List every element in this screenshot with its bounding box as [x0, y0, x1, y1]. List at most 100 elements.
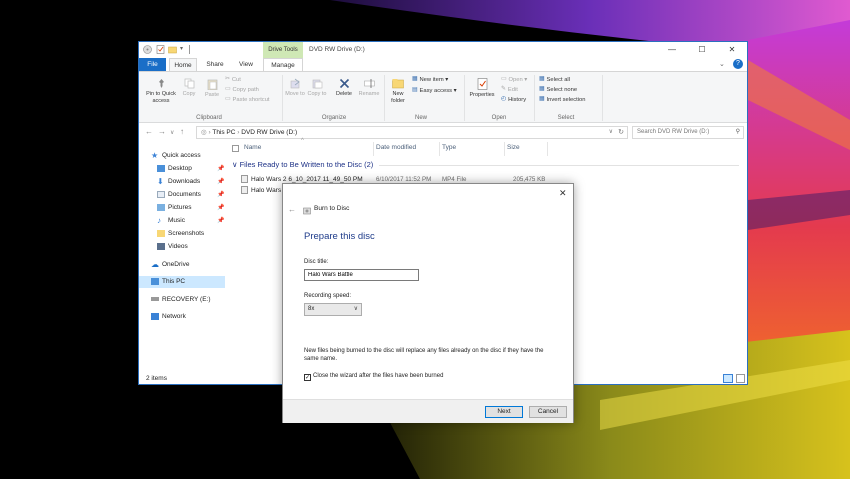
pin-icon: 📌 [217, 218, 225, 224]
copy-path-icon: ▭ [225, 86, 231, 92]
file-row[interactable]: Halo Wars [241, 185, 281, 196]
invert-selection-button[interactable]: ▦ Invert selection [539, 95, 585, 105]
rename-label: Rename [358, 91, 380, 97]
help-icon[interactable]: ? [733, 59, 743, 69]
refresh-icon[interactable]: ↻ [618, 127, 624, 138]
column-header-type[interactable]: Type [442, 144, 456, 151]
new-item-button[interactable]: ▦ New item ▾ [412, 75, 448, 85]
dialog-close-button[interactable]: ✕ [559, 188, 567, 199]
nav-network-label: Network [162, 313, 186, 320]
pin-quick-access-button[interactable]: Pin to Quick access [143, 78, 179, 104]
select-none-button[interactable]: ▦ Select none [539, 85, 577, 95]
title-bar: ▾ Drive Tools DVD RW Drive (D:) — ☐ ✕ [139, 42, 747, 58]
nav-videos[interactable]: Videos [157, 241, 188, 252]
copy-button[interactable]: Copy [179, 78, 199, 98]
pin-icon: 📌 [217, 179, 225, 185]
column-header-date[interactable]: Date modified [376, 144, 416, 151]
computer-icon [151, 277, 159, 285]
tab-home[interactable]: Home [169, 58, 197, 71]
nav-network[interactable]: Network [151, 311, 186, 322]
nav-this-pc-label: This PC [162, 278, 186, 285]
video-file-icon [241, 186, 248, 195]
file-group-header[interactable]: ∨ Files Ready to Be Written to the Disc … [232, 160, 373, 169]
breadcrumb-current[interactable]: DVD RW Drive (D:) [241, 129, 297, 136]
nav-quick-access[interactable]: ★ Quick access [151, 150, 201, 161]
pin-quick-access-label: Pin to Quick access [146, 91, 176, 104]
nav-onedrive-label: OneDrive [162, 261, 190, 268]
column-separator[interactable] [504, 142, 505, 156]
nav-recovery[interactable]: RECOVERY (E:) [151, 294, 211, 305]
qat-customize-icon[interactable]: ▾ [180, 45, 189, 54]
disc-title-input[interactable] [304, 269, 419, 281]
easy-access-button[interactable]: ▤ Easy access ▾ [412, 86, 457, 96]
minimize-button[interactable]: — [657, 42, 687, 58]
organize-group-label: Organize [321, 115, 347, 121]
close-wizard-checkbox[interactable]: ✓ [304, 374, 311, 381]
nav-desktop[interactable]: Desktop [157, 163, 192, 174]
history-button[interactable]: ◴ History [501, 95, 526, 105]
select-all-checkbox[interactable] [232, 145, 239, 152]
cut-button[interactable]: ✂ Cut [225, 75, 241, 85]
dialog-title: Burn to Disc [314, 205, 350, 212]
forward-arrow-icon[interactable]: → [158, 127, 166, 136]
column-separator[interactable] [547, 142, 548, 156]
new-folder-button[interactable]: New folder [387, 78, 409, 104]
tab-share[interactable]: Share [201, 58, 229, 71]
select-all-button[interactable]: ▦ Select all [539, 75, 570, 85]
breadcrumb-this-pc[interactable]: This PC [212, 129, 235, 136]
column-separator[interactable] [439, 142, 440, 156]
search-placeholder: Search DVD RW Drive (D:) [637, 129, 710, 135]
column-header-name[interactable]: Name [244, 144, 261, 151]
rename-button[interactable]: Rename [357, 78, 381, 98]
sort-arrow-icon: ^ [301, 138, 304, 144]
nav-onedrive[interactable]: ☁ OneDrive [151, 259, 189, 270]
paste-shortcut-button[interactable]: ▭ Paste shortcut [225, 95, 270, 105]
close-window-button[interactable]: ✕ [717, 42, 747, 58]
address-dropdown-icon[interactable]: ∨ [609, 127, 613, 138]
column-separator[interactable] [373, 142, 374, 156]
paste-button[interactable]: Paste [202, 78, 222, 99]
paste-label: Paste [204, 92, 220, 98]
tab-view[interactable]: View [232, 58, 260, 71]
tab-file[interactable]: File [139, 58, 166, 71]
recording-speed-label: Recording speed: [304, 293, 352, 299]
properties-button[interactable]: Properties [467, 78, 497, 99]
next-button[interactable]: Next [485, 406, 523, 418]
delete-label: Delete [336, 91, 352, 97]
nav-documents[interactable]: Documents [157, 189, 201, 200]
column-header-size[interactable]: Size [507, 144, 520, 151]
large-icons-view-icon[interactable] [736, 374, 745, 383]
nav-pictures[interactable]: Pictures [157, 202, 191, 213]
burn-to-disc-dialog: ✕ ← Burn to Disc Prepare this disc Disc … [282, 183, 574, 423]
move-to-button[interactable]: Move to [285, 78, 305, 98]
desktop-icon [157, 164, 165, 172]
up-arrow-icon[interactable]: ↑ [180, 127, 184, 136]
tab-manage[interactable]: Manage [263, 58, 303, 71]
dialog-back-arrow-icon[interactable]: ← [288, 205, 296, 214]
paste-shortcut-icon: ▭ [225, 96, 231, 102]
new-folder-qat-icon[interactable] [168, 45, 177, 54]
open-button[interactable]: ▭ Open ▾ [501, 75, 527, 85]
download-icon: ⬇ [157, 176, 164, 186]
chevron-down-icon: ∨ [353, 306, 358, 312]
nav-screenshots[interactable]: Screenshots [157, 228, 204, 239]
nav-downloads[interactable]: ⬇ Downloads [157, 176, 200, 187]
back-arrow-icon[interactable]: ← [145, 127, 153, 136]
properties-qat-icon[interactable] [156, 45, 165, 54]
address-bar[interactable]: ◎ › This PC › DVD RW Drive (D:) ∨ ↻ [196, 126, 628, 139]
recording-speed-select[interactable]: 8x ∨ [304, 303, 362, 316]
maximize-button[interactable]: ☐ [687, 42, 717, 58]
properties-icon [477, 78, 487, 90]
recent-locations-icon[interactable]: ∨ [170, 129, 174, 136]
ribbon-expand-icon[interactable]: ⌄ [719, 60, 725, 68]
edit-button[interactable]: ✎ Edit [501, 85, 518, 95]
copy-to-button[interactable]: Copy to [307, 78, 327, 98]
delete-button[interactable]: Delete [333, 78, 355, 98]
search-input[interactable]: Search DVD RW Drive (D:) ⚲ [632, 126, 744, 139]
cancel-button[interactable]: Cancel [529, 406, 567, 418]
details-view-icon[interactable] [723, 374, 733, 383]
new-item-label: New item [419, 77, 444, 84]
copy-path-button[interactable]: ▭ Copy path [225, 85, 259, 95]
nav-this-pc[interactable]: This PC [151, 276, 185, 287]
nav-music[interactable]: ♪ Music [157, 215, 185, 226]
